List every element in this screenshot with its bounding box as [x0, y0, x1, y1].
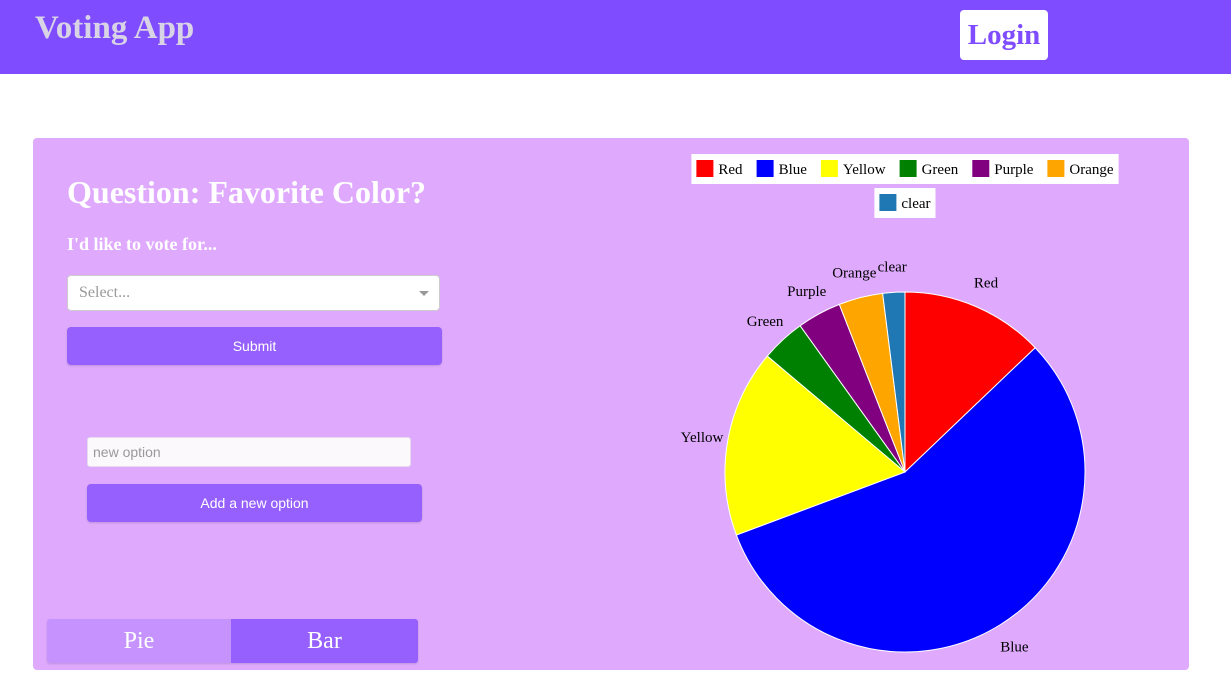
- legend-swatch-yellow: [820, 160, 838, 177]
- legend-label-clear: clear: [901, 196, 930, 212]
- legend-swatch-purple: [972, 160, 990, 177]
- legend-swatch-clear: [879, 194, 897, 211]
- legend-swatch-blue: [756, 160, 774, 177]
- pie-label-yellow: Yellow: [681, 430, 724, 446]
- pie-label-clear: clear: [878, 259, 907, 275]
- pie-label-purple: Purple: [787, 284, 827, 300]
- pie-slices: [724, 291, 1086, 653]
- legend-label-yellow: Yellow: [843, 162, 886, 178]
- legend-swatch-orange: [1047, 160, 1065, 177]
- pie-label-orange: Orange: [832, 265, 876, 281]
- chart-legend: Red Blue Yellow Green Purple Orange clear: [691, 154, 1119, 218]
- legend-label-orange: Orange: [1069, 162, 1113, 178]
- vote-pie-chart: Red Blue Yellow Green Purple Orangeclear RedB…: [681, 154, 1119, 656]
- legend-label-purple: Purple: [994, 162, 1034, 178]
- pie-label-red: Red: [974, 276, 999, 292]
- legend-label-red: Red: [718, 162, 743, 178]
- legend-swatch-green: [899, 160, 917, 177]
- legend-label-green: Green: [922, 162, 959, 178]
- legend-swatch-red: [696, 160, 714, 177]
- legend-label-blue: Blue: [779, 162, 808, 178]
- pie-label-green: Green: [747, 314, 784, 330]
- pie-label-blue: Blue: [1000, 640, 1029, 656]
